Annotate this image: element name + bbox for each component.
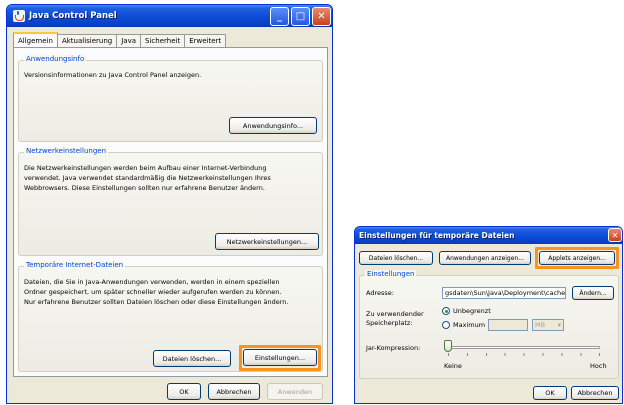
show-applications-button[interactable]: Anwendungen anzeigen... xyxy=(439,251,531,265)
slider-ticks xyxy=(448,353,600,356)
temp-dialog-titlebar[interactable]: Einstellungen für temporäre Dateien xyxy=(355,227,622,244)
network-group-label: Netzwerkeinstellungen xyxy=(24,147,109,155)
java-control-panel-window: Java Control Panel _ □ ✕ Allgemein Aktua… xyxy=(6,4,333,404)
ok-button[interactable]: OK xyxy=(167,383,201,400)
change-location-button[interactable]: Ändern... xyxy=(572,286,614,300)
cancel-button[interactable]: Abbrechen xyxy=(208,383,260,400)
temp-delete-files-button[interactable]: Dateien löschen... xyxy=(359,251,433,265)
slider-thumb[interactable] xyxy=(444,340,452,352)
java-icon xyxy=(13,10,25,22)
radio-maximum-label: Maximum xyxy=(453,321,486,329)
close-icon: ✕ xyxy=(317,11,326,22)
about-group: Anwendungsinfo Versionsinformationen zu … xyxy=(18,55,323,142)
about-text: Versionsinformationen zu Java Control Pa… xyxy=(24,71,202,79)
close-button[interactable]: ✕ xyxy=(312,7,331,26)
tab-page-allgemein: Anwendungsinfo Versionsinformationen zu … xyxy=(13,47,328,377)
tab-sicherheit[interactable]: Sicherheit xyxy=(140,34,186,47)
temp-text-line-1: Dateien, die Sie in Java-Anwendungen ver… xyxy=(24,278,280,286)
temp-text-line-2: Ordner gespeichert, um später schneller … xyxy=(24,288,282,296)
radio-maximum-icon xyxy=(442,321,450,329)
temp-text-line-3: Nur erfahrene Benutzer sollten Dateien l… xyxy=(24,298,289,306)
temp-files-group: Temporäre Internet-Dateien Dateien, die … xyxy=(18,261,323,372)
network-text-line-1: Die Netzwerkeinstellungen werden beim Au… xyxy=(24,164,267,172)
slider-min-label: Keine xyxy=(444,362,462,370)
minimize-icon: _ xyxy=(277,11,282,22)
tab-java[interactable]: Java xyxy=(116,34,142,47)
location-label: Adresse: xyxy=(366,289,394,297)
radio-unlimited-label: Unbegrenzt xyxy=(453,307,491,315)
delete-files-button[interactable]: Dateien löschen... xyxy=(153,350,231,367)
apply-button[interactable]: Anwenden xyxy=(267,383,323,400)
tab-strip: Allgemein Aktualisierung Java Sicherheit… xyxy=(13,32,227,47)
radio-maximum[interactable]: Maximum xyxy=(442,321,485,330)
temp-dialog-title: Einstellungen für temporäre Dateien xyxy=(359,231,515,240)
radio-unlimited-icon xyxy=(442,307,450,315)
close-icon: ✕ xyxy=(611,230,619,240)
about-group-label: Anwendungsinfo xyxy=(24,55,87,63)
max-size-input[interactable] xyxy=(488,319,528,331)
network-text-line-2: verwendet. Java verwendet standardmäßig … xyxy=(24,174,271,182)
temp-ok-button[interactable]: OK xyxy=(533,386,567,400)
tab-allgemein[interactable]: Allgemein xyxy=(13,32,58,47)
compression-label: Jar-Kompression: xyxy=(366,344,421,352)
network-settings-button[interactable]: Netzwerkeinstellungen... xyxy=(215,233,319,250)
temp-files-group-label: Temporäre Internet-Dateien xyxy=(24,261,126,269)
temp-dialog-close-button[interactable]: ✕ xyxy=(608,228,622,242)
location-field[interactable]: gsdaten\Sun\Java\Deployment\cache xyxy=(442,287,566,299)
radio-unlimited[interactable]: Unbegrenzt xyxy=(442,307,491,316)
compression-slider[interactable] xyxy=(444,338,604,360)
chevron-down-icon: ▾ xyxy=(557,321,561,329)
settings-group-label: Einstellungen xyxy=(365,270,417,278)
slider-track xyxy=(448,346,600,349)
settings-group: Einstellungen Adresse: gsdaten\Sun\Java\… xyxy=(359,270,619,379)
max-unit-value: MB xyxy=(535,321,546,329)
temp-settings-button[interactable]: Einstellungen... xyxy=(243,349,317,366)
tab-aktualisierung[interactable]: Aktualisierung xyxy=(56,34,118,47)
max-unit-select[interactable]: MB ▾ xyxy=(532,319,564,331)
space-label-line-1: Zu verwendender xyxy=(366,310,424,318)
network-text-line-3: Webbrowsers. Diese Einstellungen sollten… xyxy=(24,184,265,192)
minimize-button[interactable]: _ xyxy=(270,7,289,26)
space-label-line-2: Speicherplatz: xyxy=(366,319,413,327)
control-panel-title: Java Control Panel xyxy=(29,11,117,21)
show-applets-button[interactable]: Applets anzeigen... xyxy=(539,251,615,265)
tab-erweitert[interactable]: Erweitert xyxy=(184,34,227,47)
slider-max-label: Hoch xyxy=(590,362,607,370)
temp-files-settings-window: Einstellungen für temporäre Dateien ✕ Da… xyxy=(354,226,623,404)
maximize-button[interactable]: □ xyxy=(291,7,310,26)
about-button[interactable]: Anwendungsinfo... xyxy=(229,117,317,134)
network-group: Netzwerkeinstellungen Die Netzwerkeinste… xyxy=(18,147,323,256)
temp-cancel-button[interactable]: Abbrechen xyxy=(571,386,619,400)
maximize-icon: □ xyxy=(295,11,306,22)
